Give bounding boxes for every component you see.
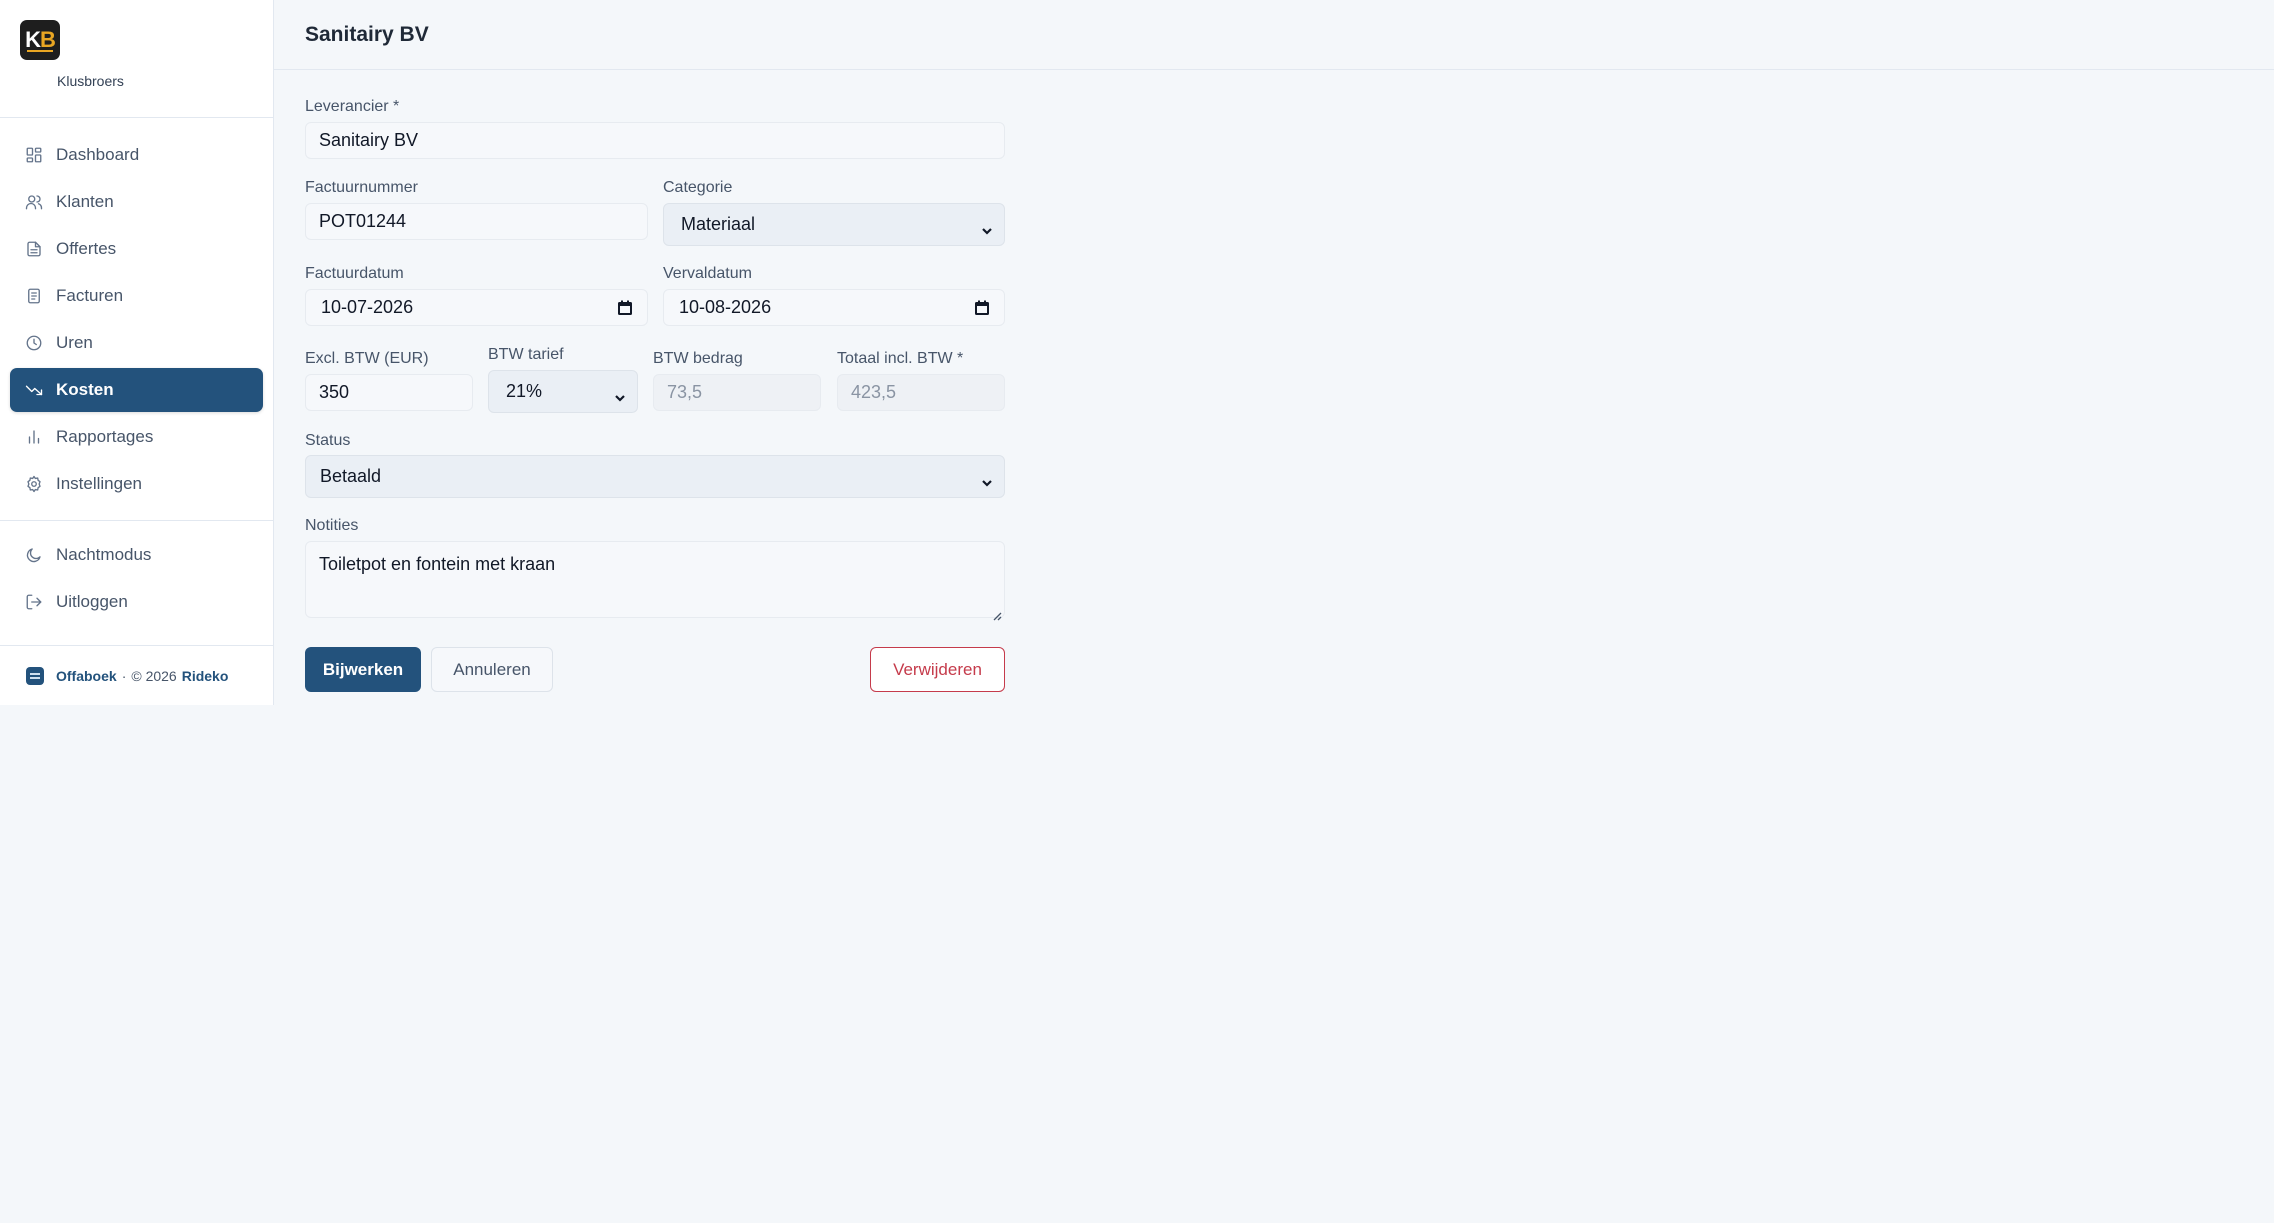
footer-copyright: © 2026 <box>131 667 177 684</box>
company-name: Klusbroers <box>57 73 124 89</box>
clock-icon <box>26 335 42 351</box>
sidebar-item-label: Nachtmodus <box>56 545 152 564</box>
sidebar-item-label: Kosten <box>56 380 114 399</box>
chevron-down-icon <box>982 472 992 487</box>
grid-icon <box>26 147 42 163</box>
sidebar-item-offertes[interactable]: Offertes <box>10 227 263 271</box>
receipt-icon <box>28 288 40 304</box>
status-select[interactable]: Betaald <box>305 455 1005 498</box>
invoice-number-input[interactable]: POT01244 <box>305 203 648 240</box>
sidebar-item-label: Instellingen <box>56 474 143 493</box>
excl-vat-input[interactable]: 350 <box>305 374 473 411</box>
vat-rate-label: BTW tarief <box>488 346 564 363</box>
vat-rate-select[interactable]: 21% <box>488 370 638 413</box>
supplier-label: Leverancier * <box>305 98 400 115</box>
offaboek-logo-icon <box>26 666 44 685</box>
status-label: Status <box>305 432 351 449</box>
sidebar-item-uitloggen[interactable]: Uitloggen <box>10 580 263 624</box>
category-label: Categorie <box>663 179 733 196</box>
sidebar-item-instellingen[interactable]: Instellingen <box>10 462 263 506</box>
sidebar-item-dashboard[interactable]: Dashboard <box>10 133 263 177</box>
gear-icon <box>27 475 41 493</box>
update-button[interactable]: Bijwerken <box>305 647 421 692</box>
sidebar-item-label: Facturen <box>56 286 124 305</box>
invoice-date-input[interactable]: 10-07-2026 <box>305 289 648 326</box>
company-logo[interactable]: KB <box>20 20 60 60</box>
main-nav: Dashboard Klanten Offertes Facturen Uren… <box>0 118 273 624</box>
users-icon <box>25 195 43 210</box>
sidebar-item-klanten[interactable]: Klanten <box>10 180 263 224</box>
invoice-number-label: Factuurnummer <box>305 179 418 196</box>
logout-icon <box>26 594 42 610</box>
sidebar-item-label: Rapportages <box>56 427 154 446</box>
supplier-input[interactable]: Sanitairy BV <box>305 122 1005 159</box>
excl-vat-label: Excl. BTW (EUR) <box>305 350 429 367</box>
vat-amount-label: BTW bedrag <box>653 350 743 367</box>
sidebar-item-label: Dashboard <box>56 145 140 164</box>
trending-down-icon <box>25 385 43 396</box>
sidebar-item-label: Offertes <box>56 239 117 258</box>
total-input: 423,5 <box>837 374 1005 411</box>
brand-area: KB Klusbroers <box>0 0 273 118</box>
sidebar-item-label: Uren <box>56 333 93 352</box>
sidebar-item-nachtmodus[interactable]: Nachtmodus <box>10 533 263 577</box>
footer-company[interactable]: Rideko <box>182 668 229 684</box>
nav-divider <box>0 520 273 521</box>
sidebar-item-kosten[interactable]: Kosten <box>10 368 263 412</box>
chevron-down-icon <box>982 220 992 235</box>
due-date-input[interactable]: 10-08-2026 <box>663 289 1005 326</box>
bar-chart-icon <box>28 430 40 444</box>
sidebar-item-rapportages[interactable]: Rapportages <box>10 415 263 459</box>
sidebar-item-facturen[interactable]: Facturen <box>10 274 263 318</box>
moon-icon <box>26 548 41 563</box>
delete-button[interactable]: Verwijderen <box>870 647 1005 692</box>
document-icon <box>27 241 41 257</box>
page-title: Sanitairy BV <box>305 22 429 46</box>
sidebar: KB Klusbroers Dashboard Klanten Offertes… <box>0 0 274 705</box>
chevron-down-icon <box>615 387 625 402</box>
calendar-icon[interactable] <box>616 299 634 317</box>
page-header: Sanitairy BV <box>274 0 2274 70</box>
footer-separator: · <box>121 667 127 684</box>
footer-product[interactable]: Offaboek <box>56 668 117 684</box>
resize-handle-icon[interactable] <box>992 605 1002 621</box>
category-select[interactable]: Materiaal <box>663 203 1005 246</box>
invoice-date-label: Factuurdatum <box>305 265 404 282</box>
sidebar-item-uren[interactable]: Uren <box>10 321 263 365</box>
notes-label: Notities <box>305 517 359 534</box>
sidebar-footer: Offaboek · © 2026 Rideko <box>0 645 273 705</box>
total-label: Totaal incl. BTW * <box>837 350 964 367</box>
calendar-icon[interactable] <box>973 299 991 317</box>
due-date-label: Vervaldatum <box>663 265 752 282</box>
sidebar-item-label: Klanten <box>56 192 114 211</box>
notes-textarea[interactable]: Toiletpot en fontein met kraan <box>305 541 1005 621</box>
cancel-button[interactable]: Annuleren <box>431 647 553 692</box>
sidebar-item-label: Uitloggen <box>56 592 128 611</box>
vat-amount-input: 73,5 <box>653 374 821 411</box>
